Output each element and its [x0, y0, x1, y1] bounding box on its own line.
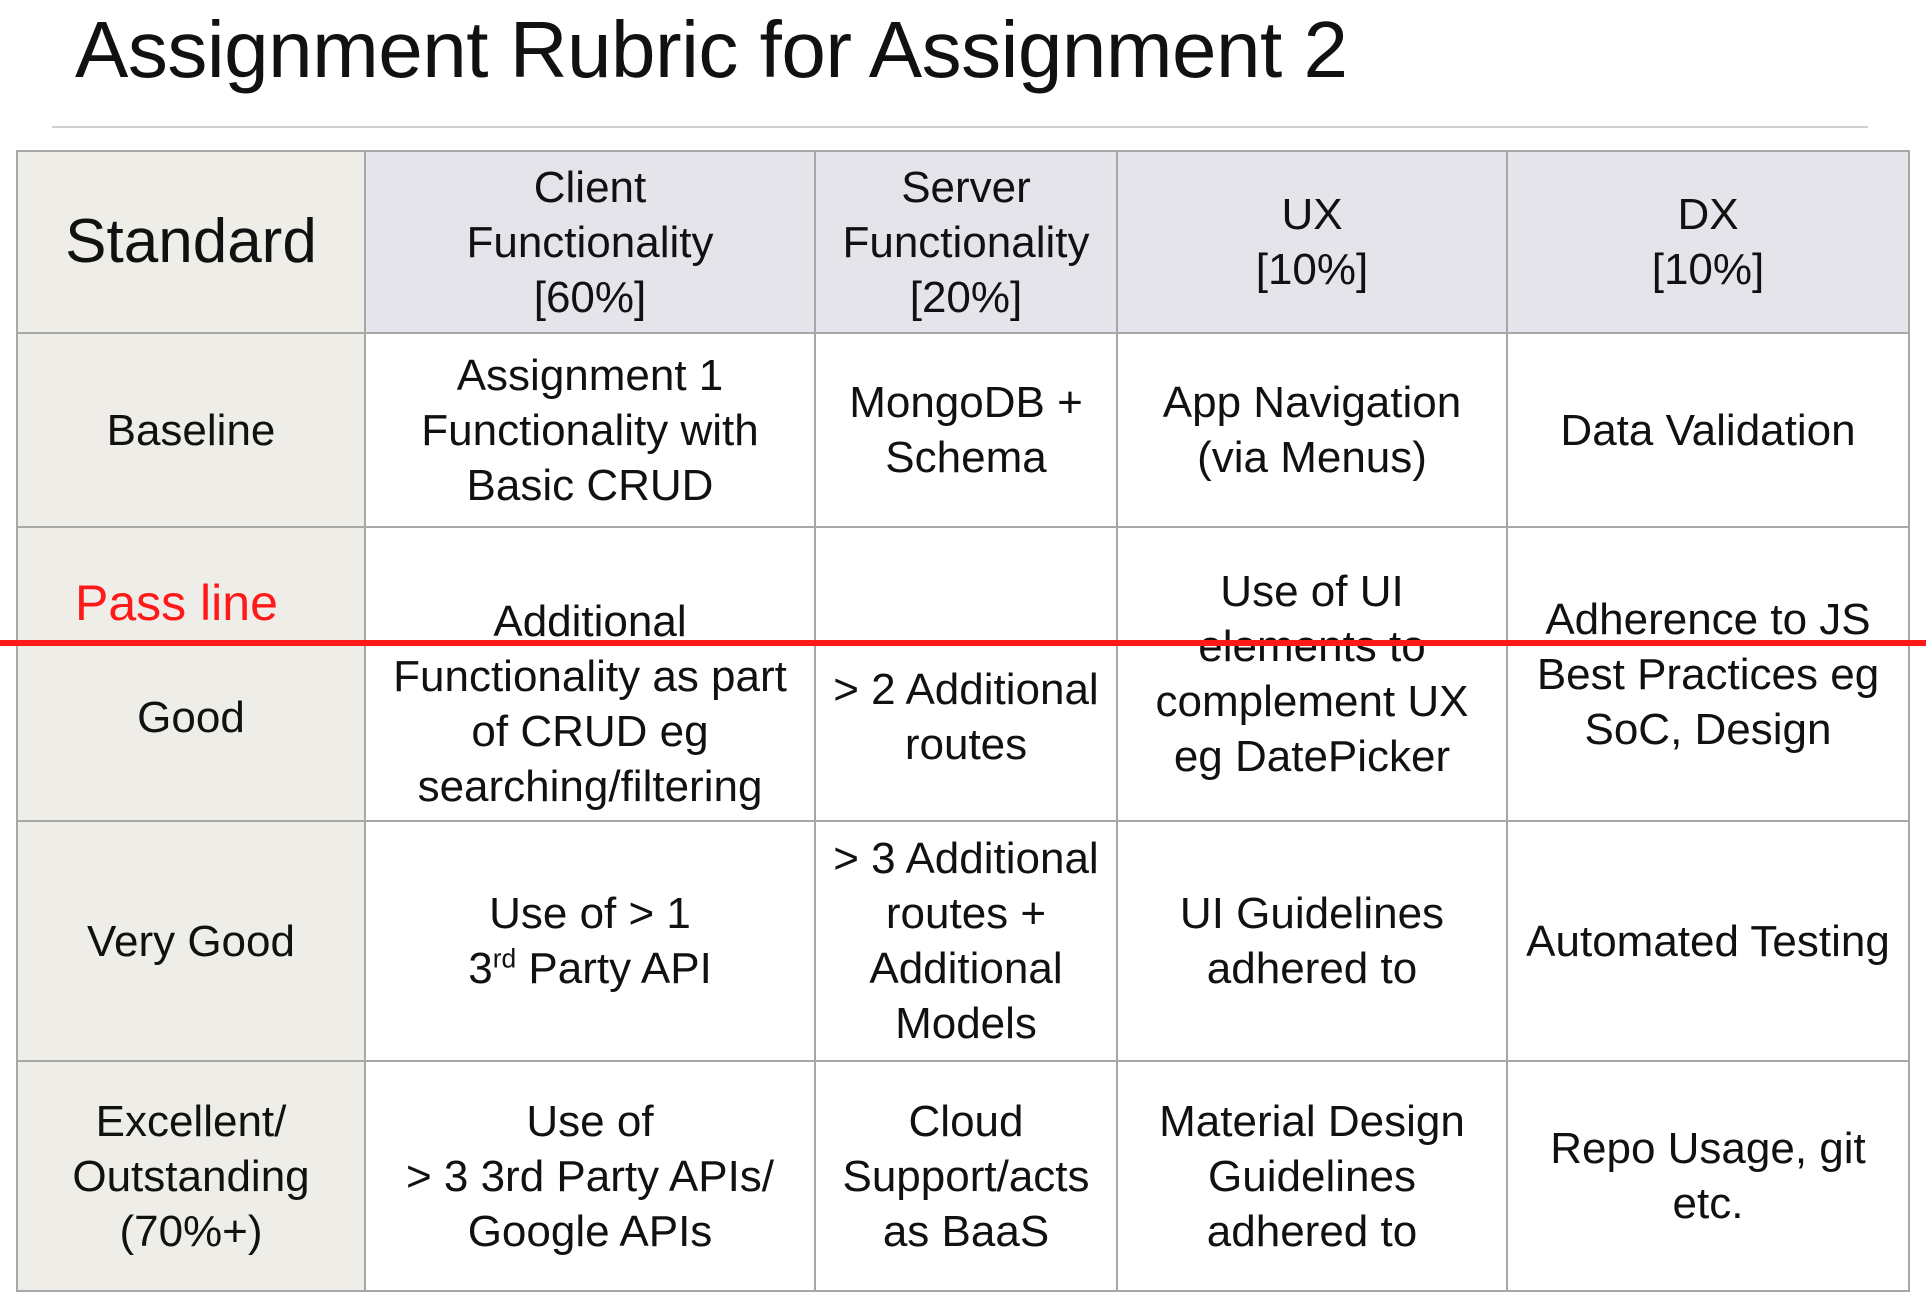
rubric-cell: Assignment 1 Functionality with Basic CR… [364, 332, 816, 528]
header-dx: DX [10%] [1506, 150, 1910, 334]
rubric-cell: Repo Usage, git etc. [1506, 1060, 1910, 1292]
header-server-functionality: Server Functionality [20%] [814, 150, 1118, 334]
rubric-cell: UI Guidelines adhered to [1116, 820, 1508, 1062]
rubric-cell: Use of > 3 3rd Party APIs/ Google APIs [364, 1060, 816, 1292]
pass-line [0, 640, 1926, 646]
rubric-table: Standard Client Functionality [60%] Serv… [16, 150, 1910, 1292]
rubric-cell: Automated Testing [1506, 820, 1910, 1062]
rubric-cell: > 2 Additional routes [814, 526, 1118, 822]
standard-good: Good [16, 526, 366, 822]
cell-text: Party API [516, 944, 712, 993]
page-title: Assignment Rubric for Assignment 2 [75, 5, 1348, 94]
table-row: Good Additional Functionality as part of… [16, 526, 1910, 822]
rubric-cell: > 3 Additional routes + Additional Model… [814, 820, 1118, 1062]
rubric-cell: App Navigation (via Menus) [1116, 332, 1508, 528]
header-client-functionality: Client Functionality [60%] [364, 150, 816, 334]
title-divider [52, 126, 1868, 128]
header-standard: Standard [16, 150, 366, 334]
rubric-cell: Additional Functionality as part of CRUD… [364, 526, 816, 822]
standard-very-good: Very Good [16, 820, 366, 1062]
superscript-rd: rd [492, 943, 517, 974]
header-ux: UX [10%] [1116, 150, 1508, 334]
rubric-cell: Use of UI elements to complement UX eg D… [1116, 526, 1508, 822]
table-row: Excellent/ Outstanding (70%+) Use of > 3… [16, 1060, 1910, 1292]
pass-line-label: Pass line [75, 575, 278, 631]
standard-baseline: Baseline [16, 332, 366, 528]
rubric-cell: Material Design Guidelines adhered to [1116, 1060, 1508, 1292]
rubric-cell: Adherence to JS Best Practices eg SoC, D… [1506, 526, 1910, 822]
rubric-cell: MongoDB + Schema [814, 332, 1118, 528]
table-row: Very Good Use of > 1 3rd Party API > 3 A… [16, 820, 1910, 1062]
header-row: Standard Client Functionality [60%] Serv… [16, 150, 1910, 334]
rubric-cell: Cloud Support/acts as BaaS [814, 1060, 1118, 1292]
rubric-cell-third-party-api: Use of > 1 3rd Party API [364, 820, 816, 1062]
rubric-cell: Data Validation [1506, 332, 1910, 528]
table-row: Baseline Assignment 1 Functionality with… [16, 332, 1910, 528]
standard-excellent: Excellent/ Outstanding (70%+) [16, 1060, 366, 1292]
